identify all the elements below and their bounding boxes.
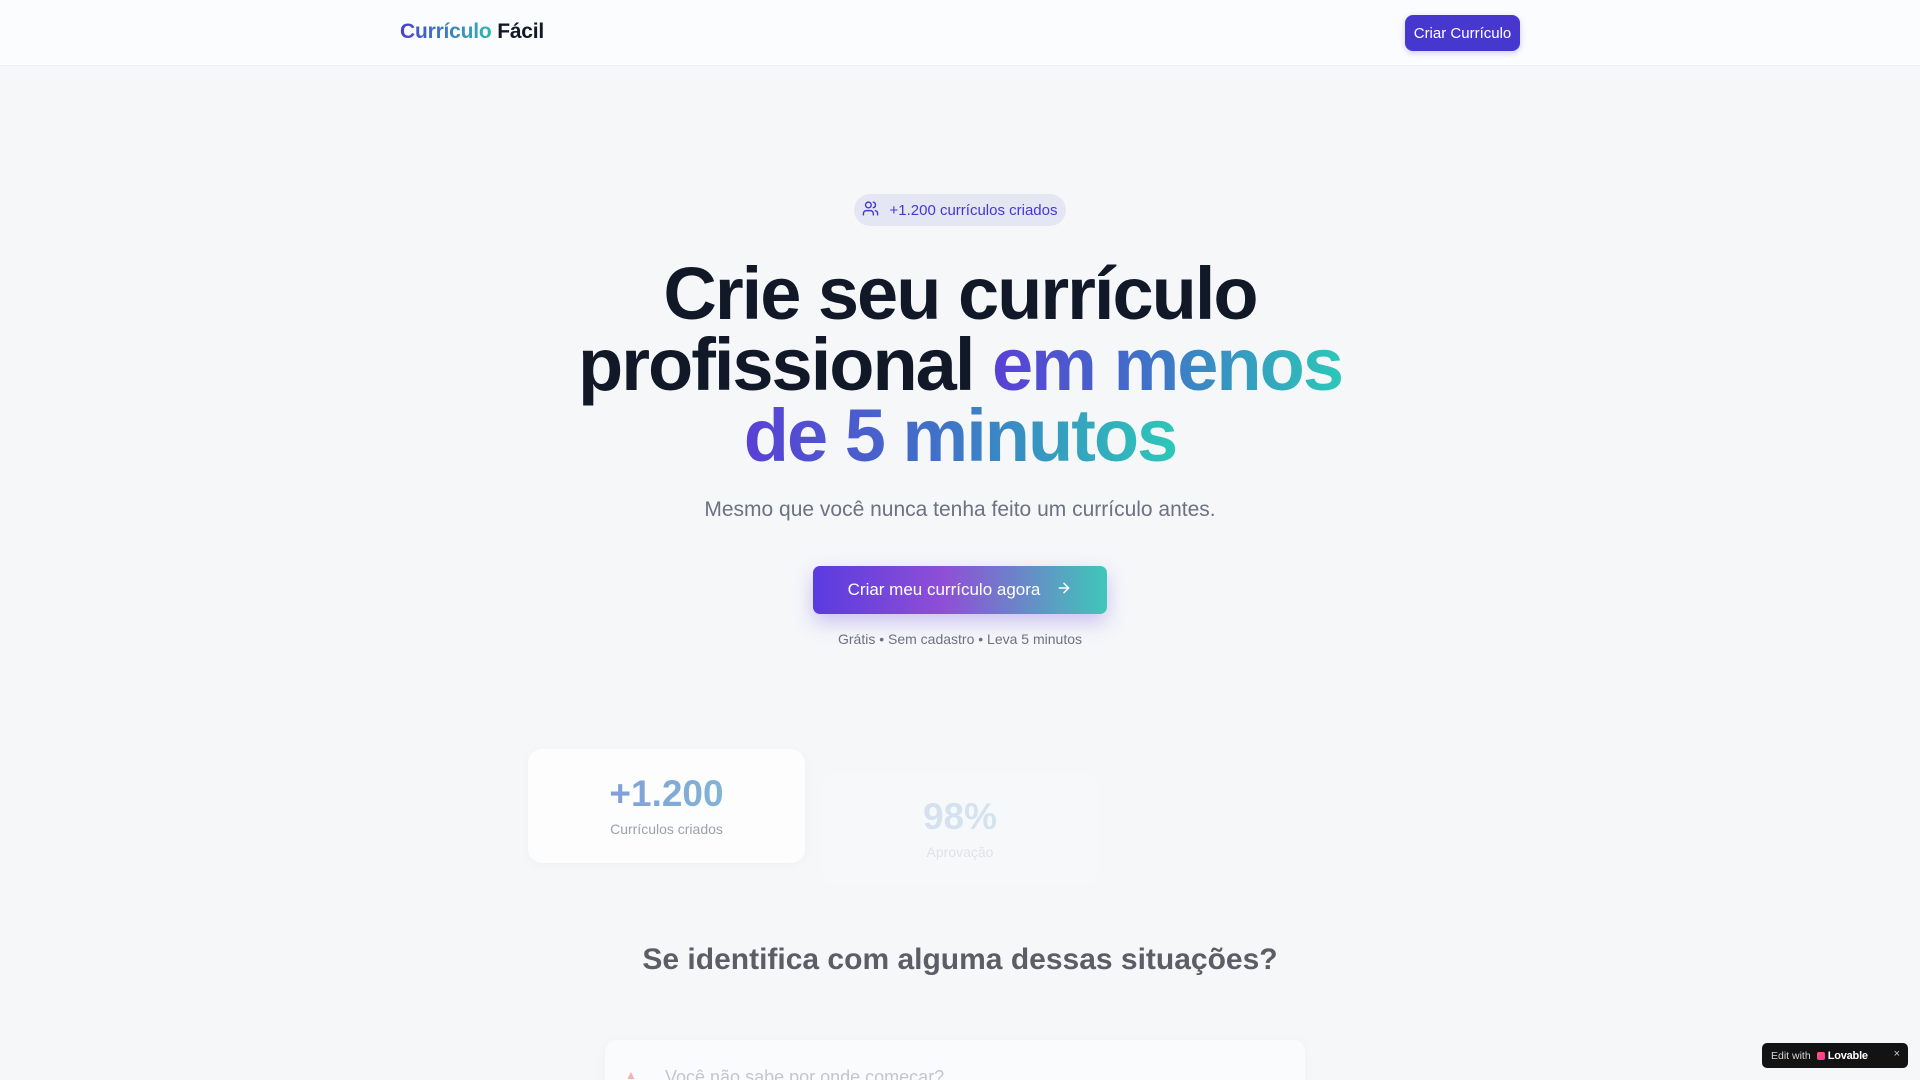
situation-card[interactable]: ▲ Você não sabe por onde começar? bbox=[605, 1040, 1305, 1080]
create-resume-now-button[interactable]: Criar meu currículo agora bbox=[813, 566, 1107, 614]
stat-value: +1.200 bbox=[528, 773, 805, 815]
hero-title-line3-highlight: de 5 minutos bbox=[743, 394, 1178, 477]
lovable-logo-icon bbox=[1816, 1051, 1825, 1060]
warning-icon: ▲ bbox=[625, 1068, 637, 1080]
lovable-brand: Lovable bbox=[1827, 1049, 1868, 1062]
cta-note: Grátis • Sem cadastro • Leva 5 minutos bbox=[837, 631, 1082, 647]
stat-label: Aprovação bbox=[926, 844, 994, 860]
edit-with-lovable-badge[interactable]: Edit with Lovable × bbox=[1762, 1043, 1908, 1068]
resumes-created-badge: +1.200 currículos criados bbox=[854, 194, 1066, 226]
users-icon bbox=[862, 200, 879, 221]
cta-label: Criar meu currículo agora bbox=[847, 580, 1041, 599]
badge-text: +1.200 currículos criados bbox=[889, 201, 1058, 219]
situations-section-title: Se identifica com alguma dessas situaçõe… bbox=[642, 943, 1278, 976]
close-icon[interactable]: × bbox=[1894, 1048, 1900, 1060]
create-resume-button[interactable]: Criar Currículo bbox=[1405, 15, 1520, 51]
stat-card-resumes: +1.200 Currículos criados bbox=[528, 749, 805, 863]
stat-card-approval: 98% Aprovação bbox=[822, 772, 1098, 886]
lovable-prefix: Edit with bbox=[1771, 1049, 1811, 1062]
logo[interactable]: Currículo Fácil bbox=[400, 20, 544, 44]
arrow-right-icon bbox=[1056, 580, 1072, 601]
top-navbar: Currículo Fácil Criar Currículo bbox=[0, 0, 1920, 66]
hero-subtitle: Mesmo que você nunca tenha feito um curr… bbox=[704, 498, 1216, 521]
stat-label: Currículos criados bbox=[610, 821, 723, 837]
hero-title: Crie seu currículo profissional em menos… bbox=[460, 257, 1460, 473]
situation-text: Você não sabe por onde começar? bbox=[665, 1067, 945, 1080]
stat-value: 98% bbox=[822, 796, 1098, 838]
logo-text-secondary: Fácil bbox=[497, 20, 545, 43]
logo-text-primary: Currículo bbox=[400, 20, 492, 43]
